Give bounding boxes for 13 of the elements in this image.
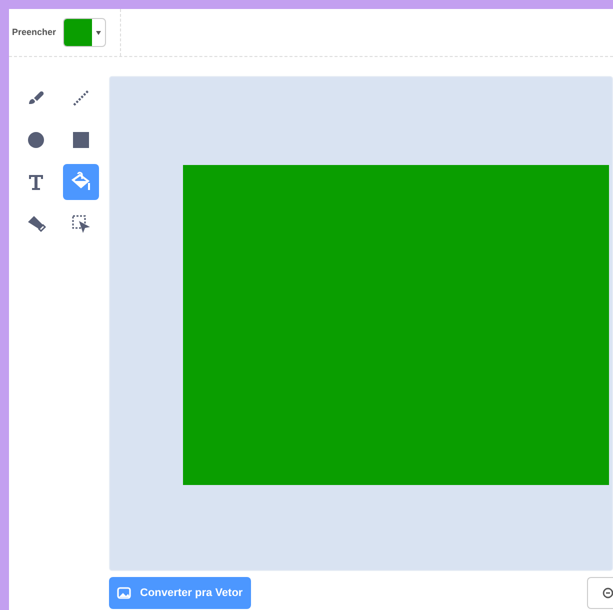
circle-icon [25, 129, 47, 151]
fill-color-picker[interactable] [63, 18, 106, 47]
caret-icon [96, 30, 102, 34]
image-icon [117, 587, 131, 599]
convert-button[interactable]: Converter pra Vetor [109, 577, 251, 609]
tool-button[interactable] [63, 164, 99, 200]
fill-label: Preencher [12, 26, 56, 39]
paint-canvas[interactable] [108, 76, 613, 571]
zoom-out-button[interactable] [587, 577, 613, 609]
zoom-out-icon [601, 587, 613, 599]
square-icon [70, 129, 92, 151]
select-icon [70, 213, 92, 235]
paint-bucket-icon [70, 171, 92, 193]
